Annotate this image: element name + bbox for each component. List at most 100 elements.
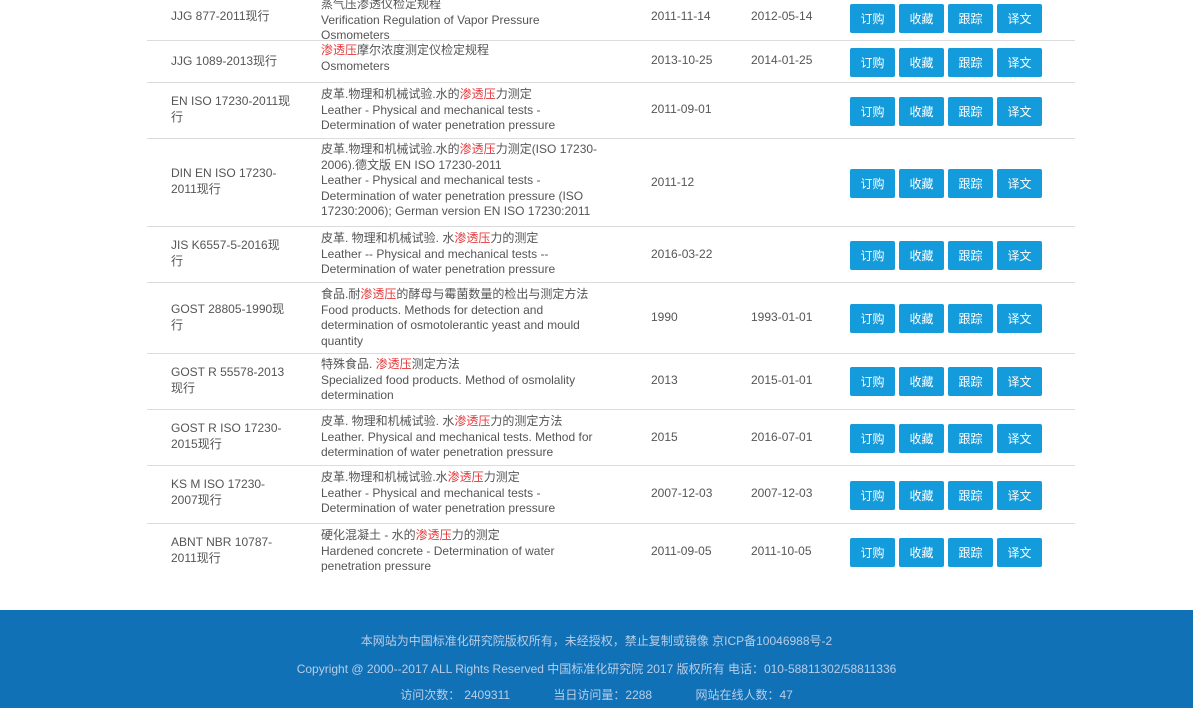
- search-highlight: 渗透压: [459, 87, 496, 101]
- translate-button[interactable]: 译文: [997, 4, 1042, 33]
- track-button[interactable]: 跟踪: [948, 169, 993, 198]
- standard-title[interactable]: 皮革.物理和机械试验.水的渗透压力测定(ISO 17230-2006).德文版 …: [321, 142, 611, 220]
- row-actions: 订购 收藏 跟踪 译文: [850, 304, 1042, 333]
- standard-code[interactable]: JJG 1089-2013现行: [171, 53, 291, 69]
- translate-button[interactable]: 译文: [997, 169, 1042, 198]
- row-actions: 订购 收藏 跟踪 译文: [850, 48, 1042, 77]
- standard-code[interactable]: JJG 877-2011现行: [171, 8, 291, 24]
- order-button[interactable]: 订购: [850, 97, 895, 126]
- row-actions: 订购 收藏 跟踪 译文: [850, 424, 1042, 453]
- table-row: ABNT NBR 10787-2011现行 硬化混凝土 - 水的渗透压力的测定 Ha…: [147, 523, 1075, 572]
- standard-code[interactable]: JIS K6557-5-2016现行: [171, 237, 291, 269]
- standard-title[interactable]: 皮革.物理和机械试验.水的渗透压力测定 Leather - Physical an…: [321, 87, 611, 134]
- footer-copyright-en: Copyright @ 2000--2017 ALL Rights Reserv…: [296, 662, 897, 676]
- table-row: KS M ISO 17230-2007现行 皮革.物理和机械试验.水渗透压力测定 L…: [147, 465, 1075, 524]
- search-highlight: 渗透压: [375, 357, 412, 371]
- collect-button[interactable]: 收藏: [899, 241, 944, 270]
- track-button[interactable]: 跟踪: [948, 304, 993, 333]
- implement-date: 2007-12-03: [751, 486, 813, 500]
- standard-title-cn: 皮革. 物理和机械试验. 水渗透压力的测定方法: [321, 414, 563, 428]
- translate-button[interactable]: 译文: [997, 97, 1042, 126]
- order-button[interactable]: 订购: [850, 169, 895, 198]
- standard-code[interactable]: ABNT NBR 10787-2011现行: [171, 534, 291, 566]
- standard-code[interactable]: KS M ISO 17230-2007现行: [171, 476, 291, 508]
- standard-title-cn: 食品.耐渗透压的酵母与霉菌数量的检出与测定方法: [321, 287, 589, 301]
- standard-title-cn: 皮革.物理和机械试验.水的渗透压力测定: [321, 87, 532, 101]
- translate-button[interactable]: 译文: [997, 241, 1042, 270]
- collect-button[interactable]: 收藏: [899, 4, 944, 33]
- collect-button[interactable]: 收藏: [899, 424, 944, 453]
- table-row: DIN EN ISO 17230-2011现行 皮革.物理和机械试验.水的渗透压力…: [147, 138, 1075, 227]
- standard-title[interactable]: 硬化混凝土 - 水的渗透压力的测定 Hardened concrete - Det…: [321, 528, 611, 572]
- row-actions: 订购 收藏 跟踪 译文: [850, 481, 1042, 510]
- standard-title-en: Leather - Physical and mechanical tests …: [321, 102, 556, 133]
- collect-button[interactable]: 收藏: [899, 538, 944, 567]
- translate-button[interactable]: 译文: [997, 304, 1042, 333]
- standard-title-en: Food products. Methods for detection and…: [321, 302, 580, 348]
- visit-count: 访问次数： 2409311: [400, 688, 511, 702]
- standard-code[interactable]: GOST R 55578-2013现行: [171, 364, 291, 396]
- publish-date: 2013: [651, 373, 678, 387]
- standard-title[interactable]: 渗透压摩尔浓度测定仪检定规程 Osmometers: [321, 43, 611, 74]
- standard-title[interactable]: 皮革. 物理和机械试验. 水渗透压力的测定 Leather -- Physical…: [321, 231, 611, 278]
- collect-button[interactable]: 收藏: [899, 48, 944, 77]
- track-button[interactable]: 跟踪: [948, 4, 993, 33]
- search-highlight: 渗透压: [454, 231, 491, 245]
- order-button[interactable]: 订购: [850, 538, 895, 567]
- track-button[interactable]: 跟踪: [948, 97, 993, 126]
- translate-button[interactable]: 译文: [997, 424, 1042, 453]
- publish-date: 2011-09-01: [651, 102, 712, 116]
- implement-date: 1993-01-01: [751, 310, 813, 324]
- standard-title[interactable]: 蒸气压渗透仪检定规程 Verification Regulation of Vap…: [321, 0, 611, 44]
- collect-button[interactable]: 收藏: [899, 97, 944, 126]
- collect-button[interactable]: 收藏: [899, 481, 944, 510]
- row-actions: 订购 收藏 跟踪 译文: [850, 4, 1042, 33]
- publish-date: 2007-12-03: [651, 486, 713, 500]
- collect-button[interactable]: 收藏: [899, 367, 944, 396]
- standard-title[interactable]: 皮革. 物理和机械试验. 水渗透压力的测定方法 Leather. Physical…: [321, 414, 611, 461]
- search-highlight: 渗透压: [459, 142, 496, 156]
- standard-code[interactable]: EN ISO 17230-2011现行: [171, 93, 291, 125]
- track-button[interactable]: 跟踪: [948, 367, 993, 396]
- order-button[interactable]: 订购: [850, 4, 895, 33]
- standard-title-cn: 硬化混凝土 - 水的渗透压力的测定: [321, 528, 500, 542]
- track-button[interactable]: 跟踪: [948, 424, 993, 453]
- implement-date: 2015-01-01: [751, 373, 813, 387]
- track-button[interactable]: 跟踪: [948, 241, 993, 270]
- order-button[interactable]: 订购: [850, 367, 895, 396]
- row-actions: 订购 收藏 跟踪 译文: [850, 538, 1042, 567]
- row-actions: 订购 收藏 跟踪 译文: [850, 97, 1042, 126]
- track-button[interactable]: 跟踪: [948, 481, 993, 510]
- order-button[interactable]: 订购: [850, 241, 895, 270]
- standard-title[interactable]: 皮革.物理和机械试验.水渗透压力测定 Leather - Physical and…: [321, 470, 611, 517]
- online-users: 网站在线人数：47: [695, 688, 793, 702]
- order-button[interactable]: 订购: [850, 481, 895, 510]
- standard-title-cn: 皮革.物理和机械试验.水渗透压力测定: [321, 470, 520, 484]
- search-highlight: 渗透压: [447, 470, 484, 484]
- order-button[interactable]: 订购: [850, 48, 895, 77]
- publish-date: 2011-09-05: [651, 544, 712, 558]
- standard-title-en: Osmometers: [321, 58, 390, 73]
- table-row: JIS K6557-5-2016现行 皮革. 物理和机械试验. 水渗透压力的测定 L…: [147, 226, 1075, 283]
- standard-title[interactable]: 食品.耐渗透压的酵母与霉菌数量的检出与测定方法 Food products. Me…: [321, 287, 611, 349]
- order-button[interactable]: 订购: [850, 424, 895, 453]
- standard-code[interactable]: GOST 28805-1990现行: [171, 301, 291, 333]
- standard-code[interactable]: DIN EN ISO 17230-2011现行: [171, 165, 291, 197]
- order-button[interactable]: 订购: [850, 304, 895, 333]
- track-button[interactable]: 跟踪: [948, 538, 993, 567]
- translate-button[interactable]: 译文: [997, 481, 1042, 510]
- standard-title-cn: 皮革.物理和机械试验.水的渗透压力测定(ISO 17230-2006).德文版 …: [321, 142, 598, 172]
- collect-button[interactable]: 收藏: [899, 169, 944, 198]
- translate-button[interactable]: 译文: [997, 538, 1042, 567]
- publish-date: 2015: [651, 430, 678, 444]
- track-button[interactable]: 跟踪: [948, 48, 993, 77]
- standard-title[interactable]: 特殊食品. 渗透压测定方法 Specialized food products. …: [321, 357, 611, 404]
- collect-button[interactable]: 收藏: [899, 304, 944, 333]
- site-footer: 本网站为中国标准化研究院版权所有，未经授权，禁止复制或镜像 京ICP备10046…: [0, 610, 1193, 708]
- search-highlight: 渗透压: [360, 287, 397, 301]
- translate-button[interactable]: 译文: [997, 48, 1042, 77]
- translate-button[interactable]: 译文: [997, 367, 1042, 396]
- standard-code[interactable]: GOST R ISO 17230-2015现行: [171, 420, 291, 452]
- standard-title-en: Leather - Physical and mechanical tests …: [321, 173, 591, 218]
- search-highlight: 渗透压: [415, 528, 452, 542]
